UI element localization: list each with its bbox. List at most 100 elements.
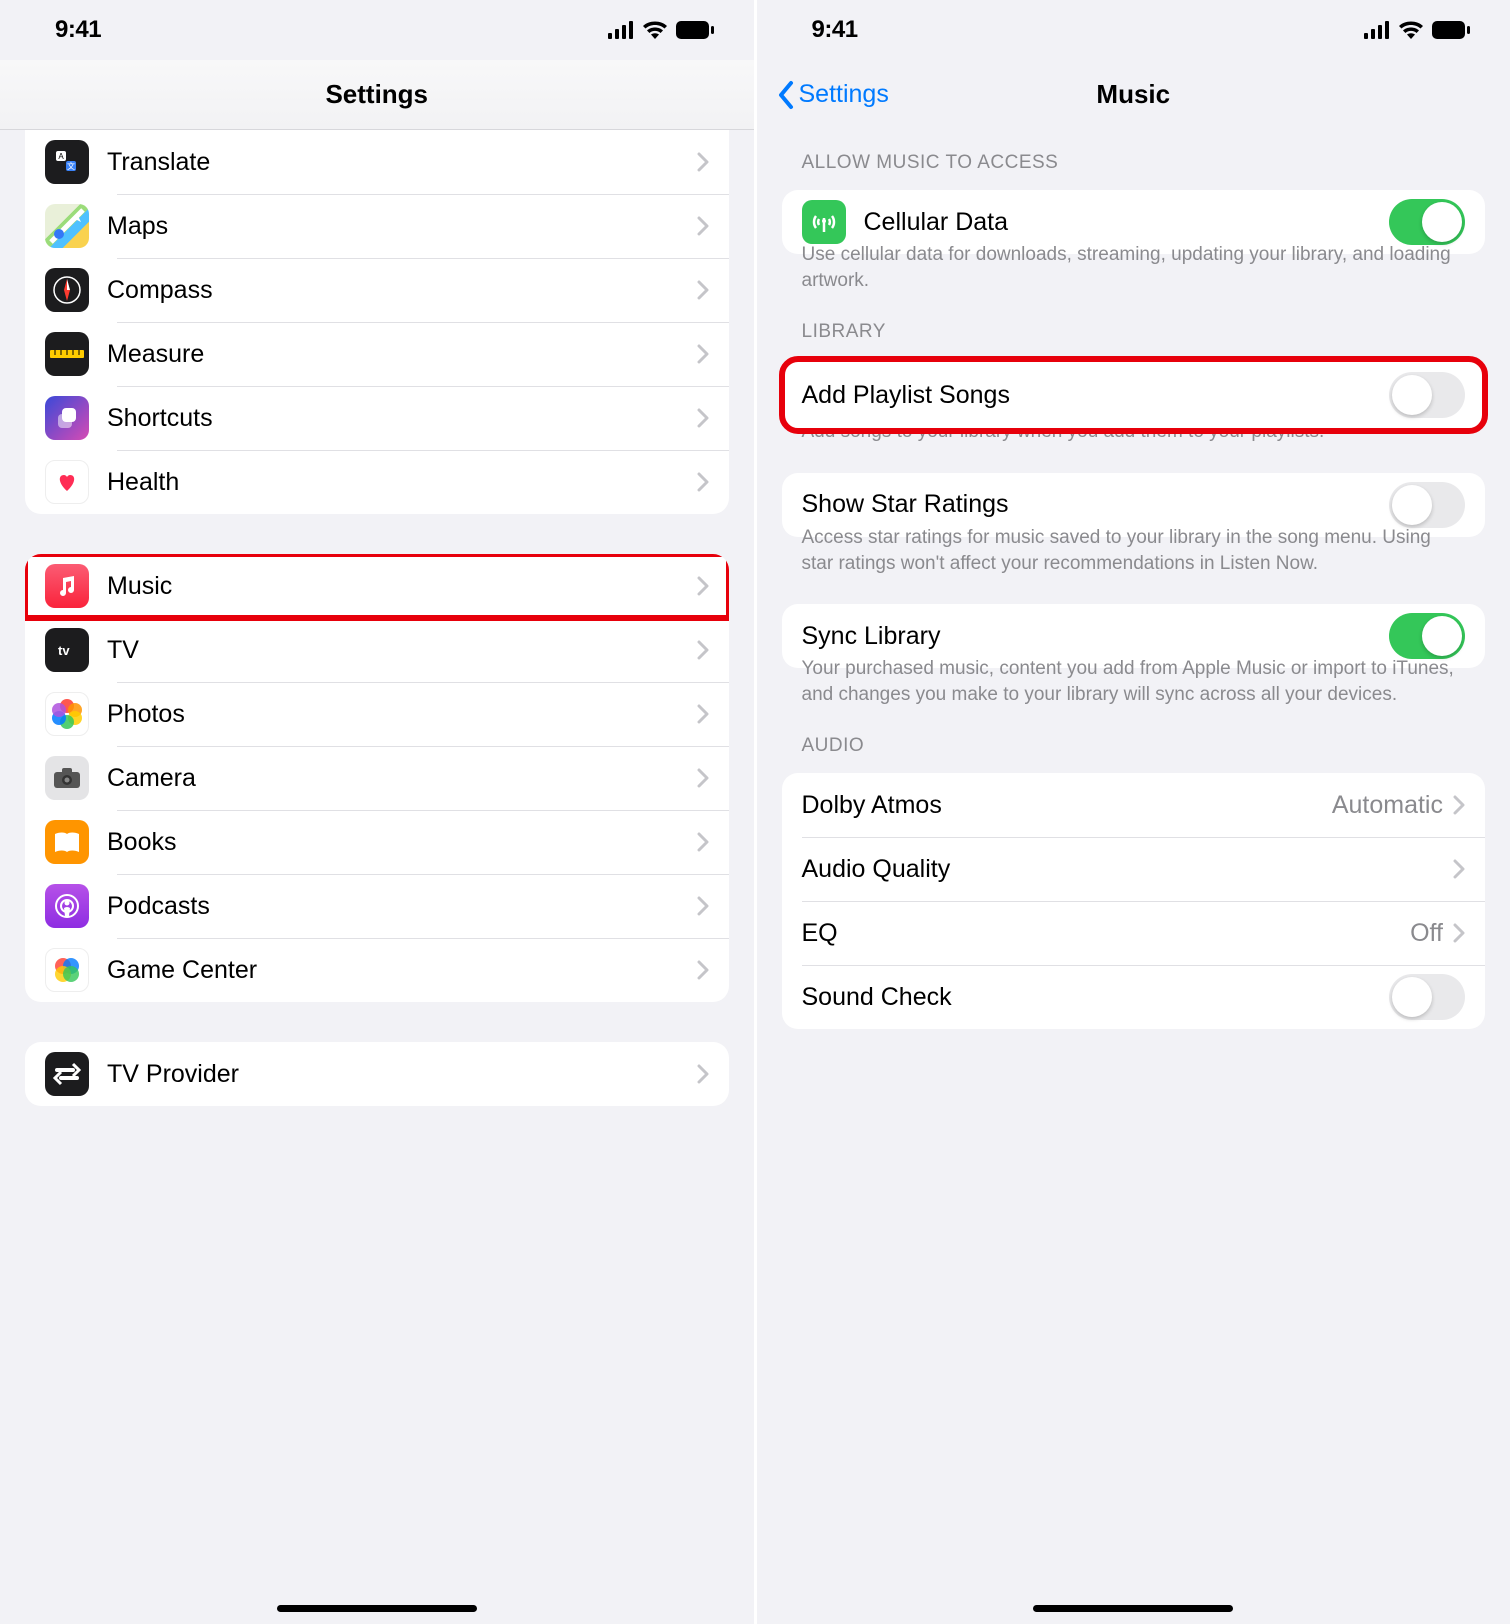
phone-settings: 9:41 Settings A文 Translate Maps Compass xyxy=(0,0,754,1624)
row-sync-library[interactable]: Sync Library xyxy=(782,604,1486,668)
row-music[interactable]: Music xyxy=(25,554,729,618)
row-label: Audio Quality xyxy=(802,855,1454,884)
group-sync-library: Sync Library xyxy=(782,604,1486,668)
row-label: TV Provider xyxy=(107,1060,697,1089)
row-label: TV xyxy=(107,636,697,665)
row-label: Camera xyxy=(107,764,697,793)
home-indicator[interactable] xyxy=(1033,1605,1233,1612)
row-label: Add Playlist Songs xyxy=(802,381,1390,410)
chevron-icon xyxy=(1453,859,1465,879)
cellular-icon xyxy=(1364,21,1390,39)
row-label: Maps xyxy=(107,212,697,241)
settings-group-1: A文 Translate Maps Compass Measure xyxy=(25,130,729,514)
wifi-icon xyxy=(1398,21,1424,39)
measure-icon xyxy=(45,332,89,376)
chevron-icon xyxy=(697,704,709,724)
group-audio: Dolby Atmos Automatic Audio Quality EQ O… xyxy=(782,773,1486,1029)
chevron-icon xyxy=(697,344,709,364)
cellular-icon xyxy=(802,200,846,244)
status-time: 9:41 xyxy=(55,16,101,44)
chevron-icon xyxy=(697,152,709,172)
shortcuts-icon xyxy=(45,396,89,440)
health-icon xyxy=(45,460,89,504)
svg-text:A: A xyxy=(58,152,64,161)
status-icons xyxy=(608,21,714,39)
row-label: Game Center xyxy=(107,956,697,985)
music-scroll[interactable]: Allow Music to Access Cellular Data Use … xyxy=(757,130,1510,1624)
row-compass[interactable]: Compass xyxy=(25,258,729,322)
row-translate[interactable]: A文 Translate xyxy=(25,130,729,194)
status-bar: 9:41 xyxy=(757,0,1510,60)
row-shortcuts[interactable]: Shortcuts xyxy=(25,386,729,450)
row-audio-quality[interactable]: Audio Quality xyxy=(782,837,1486,901)
star-ratings-toggle[interactable] xyxy=(1389,482,1465,528)
section-header-access: Allow Music to Access xyxy=(802,152,1466,174)
sound-check-toggle[interactable] xyxy=(1389,974,1465,1020)
row-label: Music xyxy=(107,572,697,601)
row-label: Books xyxy=(107,828,697,857)
wifi-icon xyxy=(642,21,668,39)
row-label: Photos xyxy=(107,700,697,729)
chevron-icon xyxy=(697,896,709,916)
translate-icon: A文 xyxy=(45,140,89,184)
row-label: Podcasts xyxy=(107,892,697,921)
row-label: Dolby Atmos xyxy=(802,791,1332,820)
row-label: Sound Check xyxy=(802,983,1390,1012)
books-icon xyxy=(45,820,89,864)
row-podcasts[interactable]: Podcasts xyxy=(25,874,729,938)
back-button[interactable]: Settings xyxy=(777,80,889,110)
row-dolby-atmos[interactable]: Dolby Atmos Automatic xyxy=(782,773,1486,837)
row-photos[interactable]: Photos xyxy=(25,682,729,746)
row-gamecenter[interactable]: Game Center xyxy=(25,938,729,1002)
row-cellular-data[interactable]: Cellular Data xyxy=(782,190,1486,254)
row-label: Measure xyxy=(107,340,697,369)
row-label: Cellular Data xyxy=(864,208,1390,237)
chevron-icon xyxy=(697,216,709,236)
add-playlist-toggle[interactable] xyxy=(1389,372,1465,418)
chevron-icon xyxy=(697,640,709,660)
row-measure[interactable]: Measure xyxy=(25,322,729,386)
row-star-ratings[interactable]: Show Star Ratings xyxy=(782,473,1486,537)
chevron-icon xyxy=(697,960,709,980)
tvprovider-icon xyxy=(45,1052,89,1096)
chevron-icon xyxy=(697,576,709,596)
home-indicator[interactable] xyxy=(277,1605,477,1612)
row-books[interactable]: Books xyxy=(25,810,729,874)
sync-library-toggle[interactable] xyxy=(1389,613,1465,659)
battery-icon xyxy=(676,21,714,39)
chevron-left-icon xyxy=(777,80,795,110)
row-camera[interactable]: Camera xyxy=(25,746,729,810)
row-label: Sync Library xyxy=(802,622,1390,651)
svg-text:tv: tv xyxy=(58,643,70,658)
group-star-ratings: Show Star Ratings xyxy=(782,473,1486,537)
row-add-playlist-songs[interactable]: Add Playlist Songs xyxy=(782,359,1486,431)
nav-header: Settings Music xyxy=(757,60,1510,130)
row-label: EQ xyxy=(802,919,1411,948)
chevron-icon xyxy=(1453,923,1465,943)
camera-icon xyxy=(45,756,89,800)
row-sound-check[interactable]: Sound Check xyxy=(782,965,1486,1029)
row-value: Automatic xyxy=(1332,791,1443,820)
tv-icon: tv xyxy=(45,628,89,672)
back-label: Settings xyxy=(799,80,889,109)
chevron-icon xyxy=(697,472,709,492)
row-tvprovider[interactable]: TV Provider xyxy=(25,1042,729,1106)
chevron-icon xyxy=(697,1064,709,1084)
svg-text:文: 文 xyxy=(67,161,75,171)
row-health[interactable]: Health xyxy=(25,450,729,514)
row-value: Off xyxy=(1410,919,1443,948)
settings-scroll[interactable]: A文 Translate Maps Compass Measure xyxy=(0,130,754,1624)
gamecenter-icon xyxy=(45,948,89,992)
chevron-icon xyxy=(1453,795,1465,815)
cellular-toggle[interactable] xyxy=(1389,199,1465,245)
cellular-icon xyxy=(608,21,634,39)
row-maps[interactable]: Maps xyxy=(25,194,729,258)
maps-icon xyxy=(45,204,89,248)
status-time: 9:41 xyxy=(812,16,858,44)
page-title: Music xyxy=(1096,79,1170,110)
row-eq[interactable]: EQ Off xyxy=(782,901,1486,965)
row-tv[interactable]: tv TV xyxy=(25,618,729,682)
photos-icon xyxy=(45,692,89,736)
row-label: Show Star Ratings xyxy=(802,490,1390,519)
compass-icon xyxy=(45,268,89,312)
